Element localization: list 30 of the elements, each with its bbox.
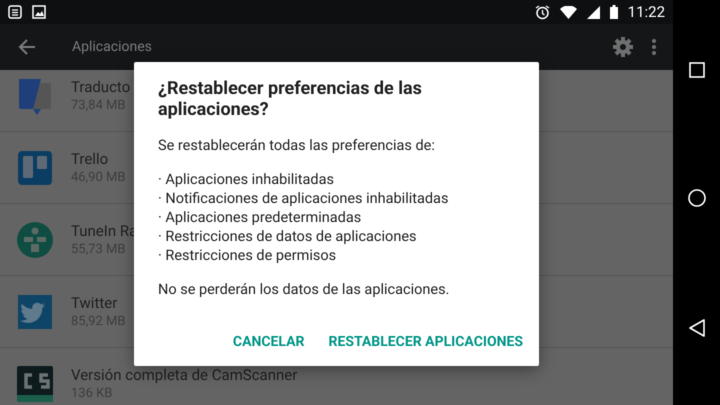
- dialog-list-item: · Aplicaciones inhabilitadas: [158, 170, 335, 189]
- clock-time: 11:22: [628, 3, 665, 21]
- overview-icon[interactable]: [688, 62, 704, 78]
- home-icon[interactable]: [688, 189, 706, 208]
- dialog-list-item: · Notificaciones de aplicaciones inhabilitadas: [158, 189, 450, 208]
- app-name[interactable]: Trello: [71, 150, 126, 168]
- image-icon: [32, 5, 46, 19]
- settings-icon[interactable]: [613, 37, 633, 57]
- more-options-icon[interactable]: [651, 38, 657, 56]
- battery-icon: [610, 5, 618, 19]
- dialog-title: ¿Restablecer preferencias de las aplicaciones?: [158, 78, 423, 120]
- reset-button[interactable]: RESTABLECER APLICACIONES: [320, 326, 531, 358]
- dialog-note: No se perderán los datos de las aplicaciones.: [158, 280, 450, 299]
- app-name[interactable]: Twitter: [71, 294, 126, 312]
- back-arrow-icon[interactable]: [18, 38, 36, 56]
- app-name[interactable]: Traducto: [71, 78, 130, 96]
- scanner-app-icon: [15, 364, 55, 404]
- notes-icon: [8, 5, 22, 19]
- back-icon[interactable]: [688, 319, 704, 338]
- dialog-list-item: · Aplicaciones predeterminadas: [158, 208, 362, 227]
- wifi-icon: [560, 6, 577, 18]
- cancel-button[interactable]: CANCELAR: [224, 326, 312, 358]
- alarm-icon: [534, 4, 550, 20]
- signal-icon: [586, 6, 600, 18]
- dialog-list-item: · Restricciones de permisos: [158, 246, 338, 265]
- app-name[interactable]: Versión completa de CamScanner: [71, 366, 298, 384]
- dialog-list-item: · Restricciones de datos de aplicaciones: [158, 227, 418, 246]
- radio-app-icon: [15, 220, 55, 260]
- dialog-intro: Se restablecerán todas las preferencias de:: [158, 136, 436, 155]
- toolbar-title: Aplicaciones: [72, 39, 152, 55]
